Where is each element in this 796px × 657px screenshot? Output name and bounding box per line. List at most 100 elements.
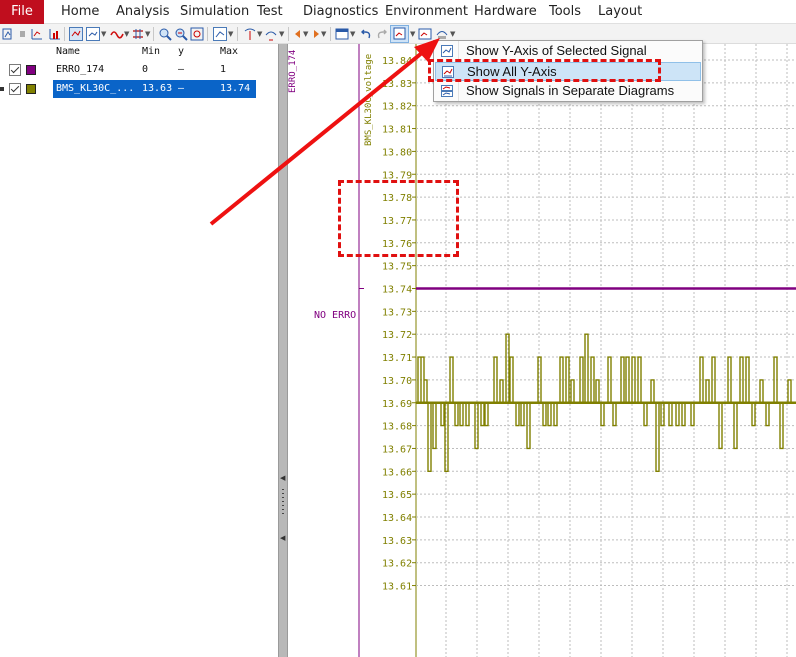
header-y[interactable]: y: [178, 46, 184, 57]
signal-row-erro[interactable]: ERRO_174 0 – 1: [0, 61, 278, 79]
menu-environment[interactable]: Environment: [385, 4, 468, 19]
layout-icon[interactable]: [335, 27, 349, 41]
menu-analysis[interactable]: Analysis: [116, 4, 170, 19]
axis-label-erro[interactable]: ERRO_174: [288, 50, 298, 93]
signal-min: 0: [142, 64, 149, 75]
y-tick-label: 13.81: [382, 125, 412, 136]
menu-home[interactable]: Home: [61, 4, 99, 19]
y-tick-label: 13.73: [382, 307, 412, 318]
y-tick-label: 13.82: [382, 102, 412, 113]
marker-icon[interactable]: [2, 27, 16, 41]
toolbar-separator: [153, 27, 154, 41]
grip-dot: [282, 505, 284, 506]
cursor-2-icon[interactable]: [264, 27, 278, 41]
zoom-fit-icon[interactable]: [190, 27, 204, 41]
zoom-out-icon[interactable]: [174, 27, 188, 41]
undo-icon[interactable]: [359, 27, 373, 41]
signal-color-swatch[interactable]: [26, 65, 36, 75]
menu-item-label: Show Signals in Separate Diagrams: [466, 83, 675, 98]
y-tick-label: 13.75: [382, 262, 412, 273]
measure-icon[interactable]: [131, 27, 145, 41]
curve-icon[interactable]: [110, 27, 124, 41]
toolbar-separator: [64, 27, 65, 41]
chart-up-icon[interactable]: [30, 27, 44, 41]
menu-item-separate-diagrams[interactable]: Show Signals in Separate Diagrams: [435, 82, 701, 101]
toolbar-separator: [207, 27, 208, 41]
signal-min: 13.63: [142, 83, 173, 94]
axis-label-voltage[interactable]: BMS_KL30C_voltage: [364, 54, 374, 146]
grip-dot: [282, 493, 284, 494]
panel-splitter[interactable]: ◀ ◀: [278, 44, 288, 657]
chevron-down-icon[interactable]: ▼: [279, 30, 284, 38]
header-name[interactable]: Name: [56, 46, 80, 57]
erro-level-label: NO ERRO: [314, 310, 357, 321]
signal-color-swatch[interactable]: [26, 84, 36, 94]
signal-y: –: [178, 64, 185, 75]
toolbar-separator: [330, 27, 331, 41]
chevron-down-icon[interactable]: ▼: [145, 30, 150, 38]
y-tick-label: 13.80: [382, 147, 412, 158]
axis-icon[interactable]: [213, 27, 227, 41]
menu-item-label: Show Y-Axis of Selected Signal: [466, 43, 647, 58]
menu-diagnostics[interactable]: Diagnostics: [303, 4, 378, 19]
y-tick-label: 13.64: [382, 513, 412, 524]
y-tick-label: 13.63: [382, 536, 412, 547]
collapse-arrow-icon[interactable]: ◀: [280, 474, 285, 482]
graph-mode-icon[interactable]: [69, 27, 83, 41]
chevron-down-icon[interactable]: ▼: [321, 30, 326, 38]
y-tick-label: 13.70: [382, 376, 412, 387]
signal-name: ERRO_174: [56, 64, 105, 75]
y-tick-label: 13.62: [382, 559, 412, 570]
chevron-down-icon[interactable]: ▼: [124, 30, 129, 38]
signal-list-header: Name Min y Max: [0, 44, 278, 61]
cursor-icon[interactable]: [243, 27, 257, 41]
chevron-down-icon[interactable]: ▼: [450, 30, 455, 38]
collapse-arrow-icon[interactable]: ◀: [280, 534, 285, 542]
y-axis-menu-button[interactable]: [390, 25, 409, 43]
y-tick-label: 13.72: [382, 330, 412, 341]
menu-simulation[interactable]: Simulation: [180, 4, 249, 19]
menu-tools[interactable]: Tools: [549, 4, 581, 19]
chevron-down-icon[interactable]: ▼: [257, 30, 262, 38]
chevron-down-icon[interactable]: ▼: [350, 30, 355, 38]
signal-visible-checkbox[interactable]: [9, 64, 21, 76]
menu-file[interactable]: File: [0, 0, 44, 24]
row-pointer-icon: [0, 87, 4, 91]
grip-dot: [282, 501, 284, 502]
zoom-in-icon[interactable]: [158, 27, 172, 41]
chevron-down-icon[interactable]: ▼: [303, 30, 308, 38]
menu-hardware[interactable]: Hardware: [474, 4, 537, 19]
chart-bar-icon[interactable]: [48, 27, 62, 41]
stop-icon[interactable]: [16, 27, 30, 41]
redo-icon[interactable]: [375, 27, 389, 41]
header-min[interactable]: Min: [142, 46, 160, 57]
graph-type-icon[interactable]: [86, 27, 100, 41]
signal-visible-checkbox[interactable]: [9, 83, 21, 95]
signal-row-voltage[interactable]: BMS_KL30C_... 13.63 – 13.74: [0, 80, 278, 98]
header-max[interactable]: Max: [220, 46, 238, 57]
chevron-down-icon[interactable]: ▼: [101, 30, 106, 38]
grip-dot: [282, 513, 284, 514]
y-tick-label: 13.65: [382, 490, 412, 501]
chevron-down-icon[interactable]: ▼: [410, 30, 415, 38]
graphics-window[interactable]: 13.84 13.83 13.82 13.81 13.80 13.79 13.78 13.77…: [288, 44, 796, 657]
export-icon[interactable]: [435, 27, 449, 41]
y-tick-label: 13.66: [382, 467, 412, 478]
signal-y: –: [178, 83, 185, 94]
signal-name: BMS_KL30C_...: [56, 83, 135, 94]
menu-test[interactable]: Test: [257, 4, 283, 19]
signal-list: Name Min y Max ERRO_174 0 – 1 BMS_KL30C_…: [0, 44, 278, 657]
y-tick-label: 13.84: [382, 56, 412, 67]
y-axis-selected-icon: [441, 45, 453, 57]
grip-dot: [282, 509, 284, 510]
grip-dot: [282, 497, 284, 498]
annotation-highlight-axis-ticks: [338, 180, 459, 257]
y-axis-menu-icon: [393, 27, 406, 40]
window-icon[interactable]: [418, 27, 432, 41]
signal-max: 13.74: [220, 83, 251, 94]
chevron-down-icon[interactable]: ▼: [228, 30, 233, 38]
toolbar-separator: [237, 27, 238, 41]
annotation-highlight-menu-item: [428, 59, 661, 82]
menu-layout[interactable]: Layout: [598, 4, 642, 19]
y-tick-label: 13.67: [382, 444, 412, 455]
